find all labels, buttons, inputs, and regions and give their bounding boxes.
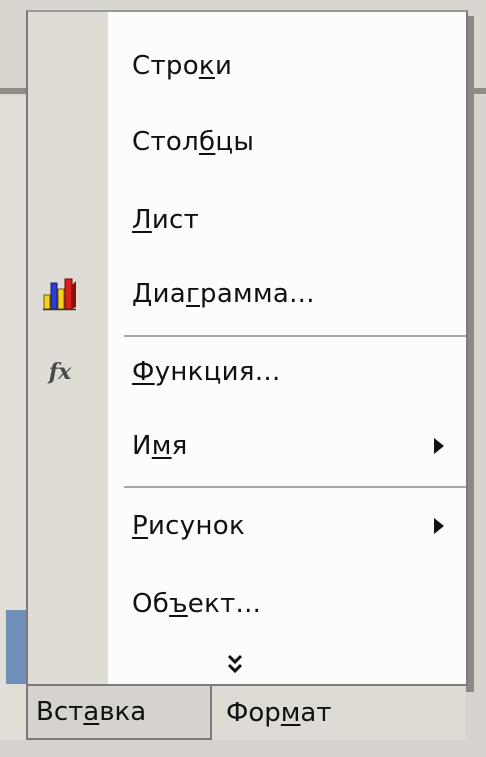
menu-item-picture[interactable]: Рисунок (28, 496, 466, 556)
menubar-insert-label: Вставка (36, 697, 147, 727)
background-divider (468, 88, 486, 94)
menu-item-label: Лист (132, 205, 200, 235)
submenu-arrow-icon (434, 438, 444, 454)
menu-item-label: Функция... (132, 357, 281, 387)
menu-item-label: Столбцы (132, 127, 255, 157)
menu-item-function[interactable]: fx Функция... (28, 342, 466, 402)
submenu-arrow-icon (434, 518, 444, 534)
menu-separator (124, 486, 466, 488)
menu-item-sheet[interactable]: Лист (28, 190, 466, 250)
menu-item-chart[interactable]: Диаграмма... (28, 264, 466, 324)
menu-item-rows[interactable]: Строки (28, 36, 466, 96)
chart-icon (40, 274, 80, 314)
menubar-format-label: Формат (226, 698, 332, 728)
menubar-format[interactable]: Формат (212, 686, 466, 740)
menu-item-label: Объект... (132, 589, 262, 619)
menu-item-label: Строки (132, 51, 233, 81)
expand-menu-chevron-icon[interactable] (220, 650, 250, 678)
menu-item-label: Рисунок (132, 511, 245, 541)
menu-bar: Вставка Формат (26, 686, 466, 740)
insert-menu-dropdown: Строки Столбцы Лист Диаграмма... fx Функ… (26, 10, 468, 686)
menu-item-columns[interactable]: Столбцы (28, 112, 466, 172)
background-selection (6, 610, 26, 684)
menu-separator (124, 335, 466, 337)
menu-item-label: Диаграмма... (132, 279, 315, 309)
menu-item-name[interactable]: Имя (28, 416, 466, 476)
menu-item-object[interactable]: Объект... (28, 574, 466, 634)
function-icon: fx (48, 359, 72, 385)
menubar-insert[interactable]: Вставка (26, 686, 212, 740)
menu-item-label: Имя (132, 431, 188, 461)
background-bottom (0, 740, 486, 757)
